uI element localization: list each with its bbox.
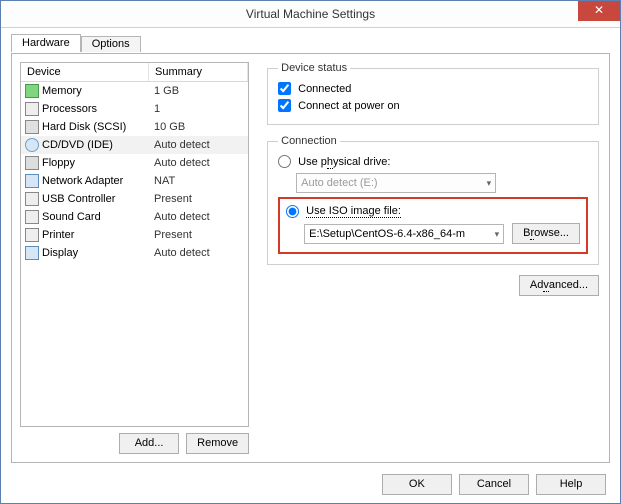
- right-buttons: Advanced...: [267, 275, 599, 296]
- floppy-icon: [25, 156, 39, 170]
- left-column: Device Summary Memory 1 GB Processors 1: [12, 54, 257, 462]
- tab-strip: HardwareOptions: [11, 33, 610, 53]
- iso-path-select[interactable]: E:\Setup\CentOS-6.4-x86_64-m: [304, 224, 504, 244]
- connected-label: Connected: [298, 83, 351, 95]
- use-iso-radio[interactable]: [286, 205, 299, 218]
- dialog-footer: OK Cancel Help: [378, 474, 606, 495]
- list-item[interactable]: Display Auto detect: [21, 244, 248, 262]
- connect-poweron-label: Connect at power on: [298, 100, 400, 112]
- device-list: Device Summary Memory 1 GB Processors 1: [20, 62, 249, 427]
- usb-icon: [25, 192, 39, 206]
- col-header-device[interactable]: Device: [21, 63, 149, 81]
- advanced-button[interactable]: Advanced...: [519, 275, 599, 296]
- window-title: Virtual Machine Settings: [246, 7, 375, 21]
- physical-drive-select[interactable]: Auto detect (E:): [296, 173, 496, 193]
- browse-button[interactable]: Browse...: [512, 223, 580, 244]
- content-area: HardwareOptions Device Summary Memory 1 …: [11, 33, 610, 463]
- sound-icon: [25, 210, 39, 224]
- disk-icon: [25, 120, 39, 134]
- right-column: Device status Connected Connect at power…: [257, 54, 609, 462]
- device-status-legend: Device status: [278, 62, 350, 74]
- connect-poweron-checkbox[interactable]: [278, 99, 291, 112]
- connection-group: Connection Use physical drive: Auto dete…: [267, 135, 599, 265]
- titlebar: Virtual Machine Settings ✕: [1, 1, 620, 28]
- cancel-button[interactable]: Cancel: [459, 474, 529, 495]
- use-physical-label: Use physical drive:: [298, 156, 390, 168]
- add-button[interactable]: Add...: [119, 433, 179, 454]
- help-button[interactable]: Help: [536, 474, 606, 495]
- col-header-summary[interactable]: Summary: [149, 63, 248, 81]
- printer-icon: [25, 228, 39, 242]
- list-item[interactable]: USB Controller Present: [21, 190, 248, 208]
- memory-icon: [25, 84, 39, 98]
- close-icon[interactable]: ✕: [578, 1, 620, 21]
- tab-panel: Device Summary Memory 1 GB Processors 1: [11, 53, 610, 463]
- display-icon: [25, 246, 39, 260]
- list-item[interactable]: Hard Disk (SCSI) 10 GB: [21, 118, 248, 136]
- list-item[interactable]: Floppy Auto detect: [21, 154, 248, 172]
- list-item[interactable]: Sound Card Auto detect: [21, 208, 248, 226]
- use-physical-radio[interactable]: [278, 155, 291, 168]
- connection-legend: Connection: [278, 135, 340, 147]
- list-item[interactable]: Memory 1 GB: [21, 82, 248, 100]
- use-iso-label: Use ISO image file:: [306, 205, 401, 218]
- settings-window: Virtual Machine Settings ✕ HardwareOptio…: [0, 0, 621, 504]
- cd-icon: [25, 138, 39, 152]
- left-buttons: Add... Remove: [20, 427, 249, 454]
- tab-hardware[interactable]: Hardware: [11, 34, 81, 52]
- remove-button[interactable]: Remove: [186, 433, 249, 454]
- list-item[interactable]: Printer Present: [21, 226, 248, 244]
- connected-checkbox[interactable]: [278, 82, 291, 95]
- device-status-group: Device status Connected Connect at power…: [267, 62, 599, 125]
- list-item[interactable]: Processors 1: [21, 100, 248, 118]
- cpu-icon: [25, 102, 39, 116]
- list-item[interactable]: Network Adapter NAT: [21, 172, 248, 190]
- ok-button[interactable]: OK: [382, 474, 452, 495]
- tab-options[interactable]: Options: [81, 36, 141, 52]
- network-icon: [25, 174, 39, 188]
- list-item[interactable]: CD/DVD (IDE) Auto detect: [21, 136, 248, 154]
- device-list-header: Device Summary: [21, 63, 248, 82]
- highlight-box: Use ISO image file: E:\Setup\CentOS-6.4-…: [278, 197, 588, 254]
